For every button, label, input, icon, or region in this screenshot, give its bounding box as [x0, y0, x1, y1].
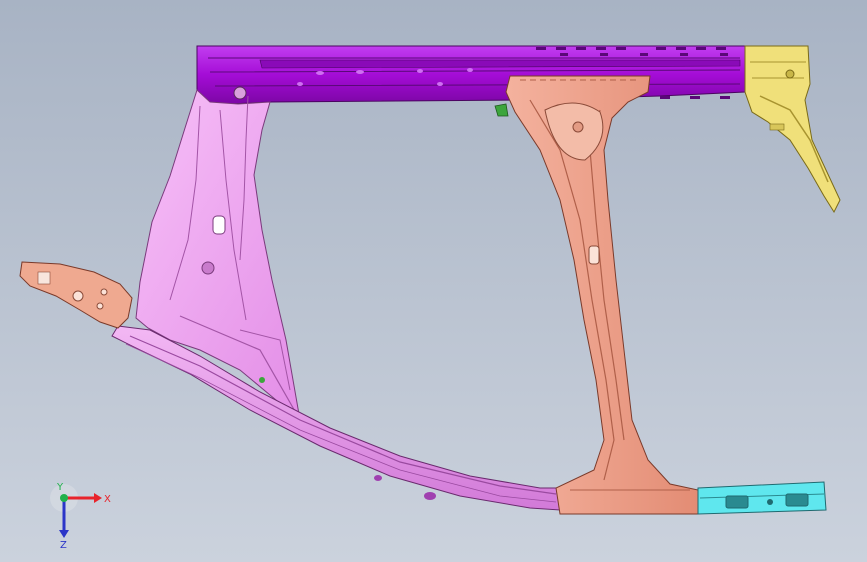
- x-axis-arrowhead: [94, 493, 102, 503]
- front-bracket-part[interactable]: [19, 261, 133, 329]
- c-pillar-extension-part[interactable]: [744, 45, 841, 214]
- body-side-frame-model[interactable]: [0, 0, 867, 562]
- y-axis-dot: [60, 494, 68, 502]
- z-axis-label: Z: [60, 540, 67, 548]
- rocker-sill-part[interactable]: [111, 325, 561, 511]
- cad-viewport[interactable]: X Y Z: [0, 0, 867, 562]
- y-axis-label: Y: [56, 482, 64, 493]
- axis-triad: X Y Z: [50, 482, 111, 548]
- sill-extension-part[interactable]: [697, 481, 827, 515]
- roof-rail-part[interactable]: [196, 45, 746, 105]
- z-axis-arrowhead: [59, 530, 69, 538]
- b-pillar-part[interactable]: [505, 75, 699, 515]
- x-axis-label: X: [104, 494, 111, 505]
